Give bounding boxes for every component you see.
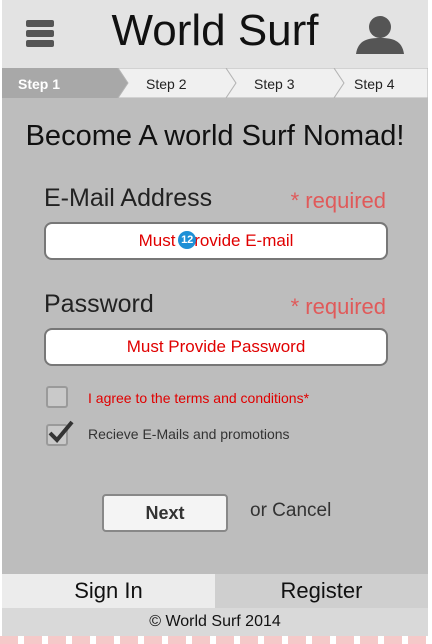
email-label: E-Mail Address xyxy=(44,184,213,212)
cancel-link[interactable]: or Cancel xyxy=(250,500,331,522)
promotions-label: Recieve E-Mails and promotions xyxy=(88,426,290,442)
email-field-text-start: Must xyxy=(138,231,176,250)
page-headline: Become A world Surf Nomad! xyxy=(25,120,405,152)
signup-panel: World Surf Step 1 Step 2 Step 3 Step 4 B… xyxy=(2,0,428,636)
password-label: Password xyxy=(44,290,154,318)
password-field[interactable]: Must Provide Password xyxy=(44,328,388,366)
user-avatar-icon[interactable] xyxy=(354,14,406,54)
terms-checkbox[interactable] xyxy=(46,386,68,408)
annotation-badge: 12 xyxy=(178,230,197,249)
step-progress-bar: Step 1 Step 2 Step 3 Step 4 xyxy=(2,68,428,98)
checkmark-icon xyxy=(48,420,74,443)
app-frame: World Surf Step 1 Step 2 Step 3 Step 4 B… xyxy=(0,0,432,644)
step-3[interactable]: Step 3 xyxy=(254,76,294,92)
step-2[interactable]: Step 2 xyxy=(146,76,186,92)
terms-label: I agree to the terms and conditions* xyxy=(88,390,310,406)
next-button[interactable]: Next xyxy=(102,494,228,532)
promotions-checkbox[interactable] xyxy=(46,420,74,446)
email-field[interactable]: Must 12rovide E-mail xyxy=(44,222,388,260)
app-header: World Surf xyxy=(2,0,428,68)
tab-register[interactable]: Register xyxy=(215,574,428,608)
step-1[interactable]: Step 1 xyxy=(18,76,60,92)
email-field-text-end: rovide E-mail xyxy=(194,231,294,250)
password-required-note: * required xyxy=(290,294,386,319)
footer-copyright: © World Surf 2014 xyxy=(2,608,428,636)
email-required-note: * required xyxy=(290,188,386,213)
tab-sign-in[interactable]: Sign In xyxy=(2,574,215,608)
background-stripes xyxy=(0,636,432,644)
step-4[interactable]: Step 4 xyxy=(354,76,394,92)
